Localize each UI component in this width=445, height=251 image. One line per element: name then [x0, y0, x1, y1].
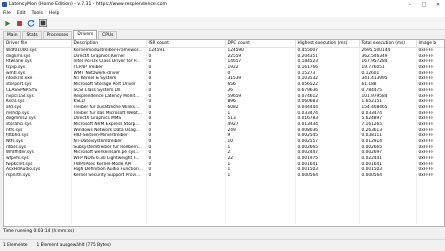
- settings-icon: [39, 19, 47, 27]
- table-row[interactable]: [4, 218, 444, 225]
- table-cell: [295, 218, 360, 225]
- column-header-total-execution[interactable]: Total execution (ms): [359, 40, 417, 48]
- drivers-table-container[interactable]: Driver file Description ISR count DPC co…: [3, 39, 445, 227]
- tab-drivers[interactable]: Drivers: [73, 30, 98, 39]
- refresh-button[interactable]: [26, 18, 36, 28]
- table-cell: Microsoft Storage Port Driver: [71, 82, 147, 88]
- window-controls: – □ ✕: [403, 0, 445, 9]
- minimize-button[interactable]: –: [403, 0, 417, 9]
- table-cell: WFP NDIS 6.30 Lightweight F...: [71, 156, 147, 162]
- start-button[interactable]: [2, 18, 12, 28]
- toolbar: [0, 17, 445, 30]
- column-header-isr-count[interactable]: ISR count: [146, 40, 226, 48]
- table-cell: [225, 218, 296, 225]
- window-title: LatencyMon (Home Edition) - v.7.31 - htt…: [9, 2, 168, 7]
- menu-file[interactable]: File: [0, 11, 14, 16]
- column-header-driver-file[interactable]: Driver file: [4, 40, 72, 48]
- tab-cpus[interactable]: CPUs: [98, 31, 118, 39]
- tab-stats[interactable]: Stats: [22, 31, 42, 39]
- close-button[interactable]: ✕: [431, 0, 445, 9]
- menu-help[interactable]: Help: [46, 11, 62, 16]
- table-cell: Treiber für zusätzliche Winks...: [71, 104, 147, 111]
- title-bar: LatencyMon (Home Edition) - v.7.31 - htt…: [0, 0, 445, 9]
- column-header-highest-execution[interactable]: Highest execution (ms): [295, 40, 360, 48]
- table-cell: Microsoft NVM Express Storp...: [71, 121, 147, 128]
- status-bar: 1 Elemente 1 Element ausgewählt (775 Byt…: [0, 239, 445, 251]
- options-button[interactable]: [38, 18, 48, 28]
- table-cell: [359, 218, 417, 225]
- menu-tools[interactable]: Tools: [29, 11, 46, 16]
- refresh-icon: [27, 19, 35, 27]
- stop-icon: [16, 20, 22, 26]
- stop-button[interactable]: [14, 18, 24, 28]
- menu-bar: File Edit Tools Help: [0, 9, 445, 17]
- table-cell: [416, 218, 444, 225]
- tab-processes[interactable]: Processes: [42, 31, 73, 39]
- table-cell: Kernel Security Support Provi...: [71, 173, 147, 179]
- status-selection: 1 Element ausgewählt (775 Bytes): [36, 243, 111, 248]
- menu-edit[interactable]: Edit: [14, 11, 29, 16]
- drivers-table: Driver file Description ISR count DPC co…: [4, 40, 444, 225]
- column-header-dpc-count[interactable]: DPC count: [225, 40, 296, 48]
- play-icon: [4, 20, 10, 26]
- table-cell: [4, 218, 72, 225]
- tab-strip: Main Stats Processes Drivers CPUs: [3, 30, 118, 39]
- status-item-count: 1 Elemente: [3, 243, 28, 248]
- time-running-label: Time running 0:03:14 (h:mm:ss): [3, 229, 75, 234]
- table-cell: Kernelmodustreiber-Framewor...: [71, 47, 147, 54]
- table-cell: [71, 218, 147, 225]
- table-body: Wdf01000.sys Kernelmodustreiber-Framewor.…: [4, 47, 444, 225]
- maximize-button[interactable]: □: [417, 0, 431, 9]
- app-icon: [2, 2, 7, 7]
- column-header-image-base[interactable]: Image b: [416, 40, 444, 48]
- table-cell: [146, 218, 226, 225]
- table-header-row: Driver file Description ISR count DPC co…: [4, 40, 444, 48]
- tab-main[interactable]: Main: [3, 31, 22, 39]
- column-header-description[interactable]: Description: [71, 40, 147, 48]
